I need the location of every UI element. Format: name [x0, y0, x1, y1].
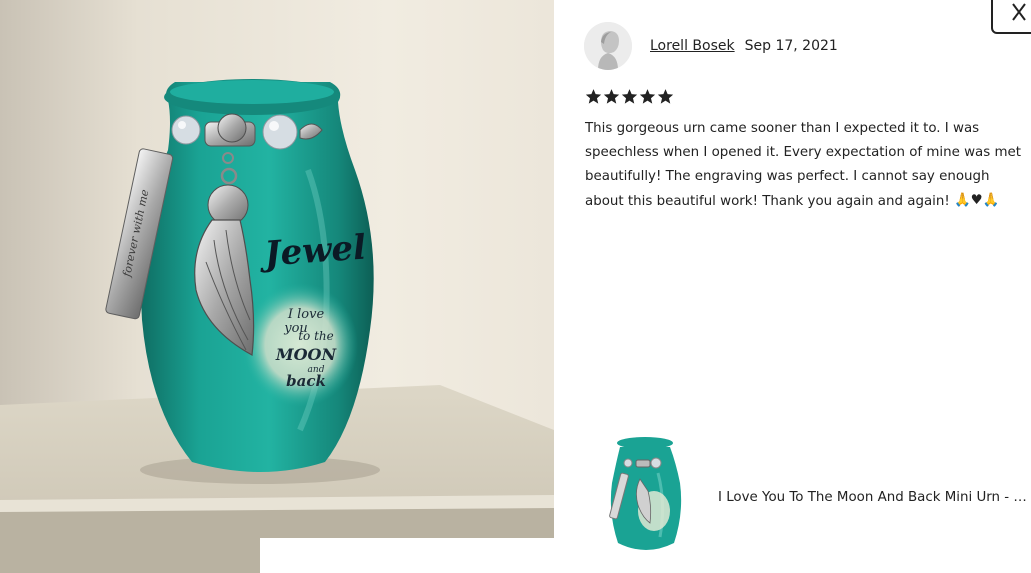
star-icon: [585, 89, 602, 104]
urn-engraving-name: Jewel: [257, 228, 367, 275]
close-button[interactable]: [991, 0, 1031, 34]
quote-line-4: MOON: [275, 345, 338, 364]
star-icon: [603, 89, 620, 104]
close-icon: [1012, 3, 1026, 21]
product-title[interactable]: I Love You To The Moon And Back Mini Urn…: [718, 490, 1031, 505]
review-photo: Jewel I love you to the MOON and back fo…: [0, 0, 554, 573]
review-text: This gorgeous urn came sooner than I exp…: [585, 117, 1031, 214]
quote-line-1: I love: [287, 307, 325, 322]
reviewed-product-link[interactable]: I Love You To The Moon And Back Mini Urn…: [600, 432, 1031, 562]
review-emoji: 🙏♥🙏: [954, 193, 1000, 208]
reviewer-name-link[interactable]: Lorell Bosek: [650, 38, 735, 54]
star-icon: [639, 89, 656, 104]
user-avatar-icon: [584, 22, 632, 70]
urn-photo: Jewel I love you to the MOON and back fo…: [0, 0, 554, 573]
quote-line-6: back: [286, 372, 326, 390]
reviewer-info: Lorell Bosek Sep 17, 2021: [584, 22, 838, 70]
product-thumbnail[interactable]: [600, 433, 692, 561]
star-icon: [621, 89, 638, 104]
star-icon: [657, 89, 674, 104]
review-date: Sep 17, 2021: [744, 38, 838, 54]
star-rating: [585, 88, 674, 105]
avatar[interactable]: [584, 22, 632, 70]
quote-line-3: to the: [298, 329, 334, 343]
